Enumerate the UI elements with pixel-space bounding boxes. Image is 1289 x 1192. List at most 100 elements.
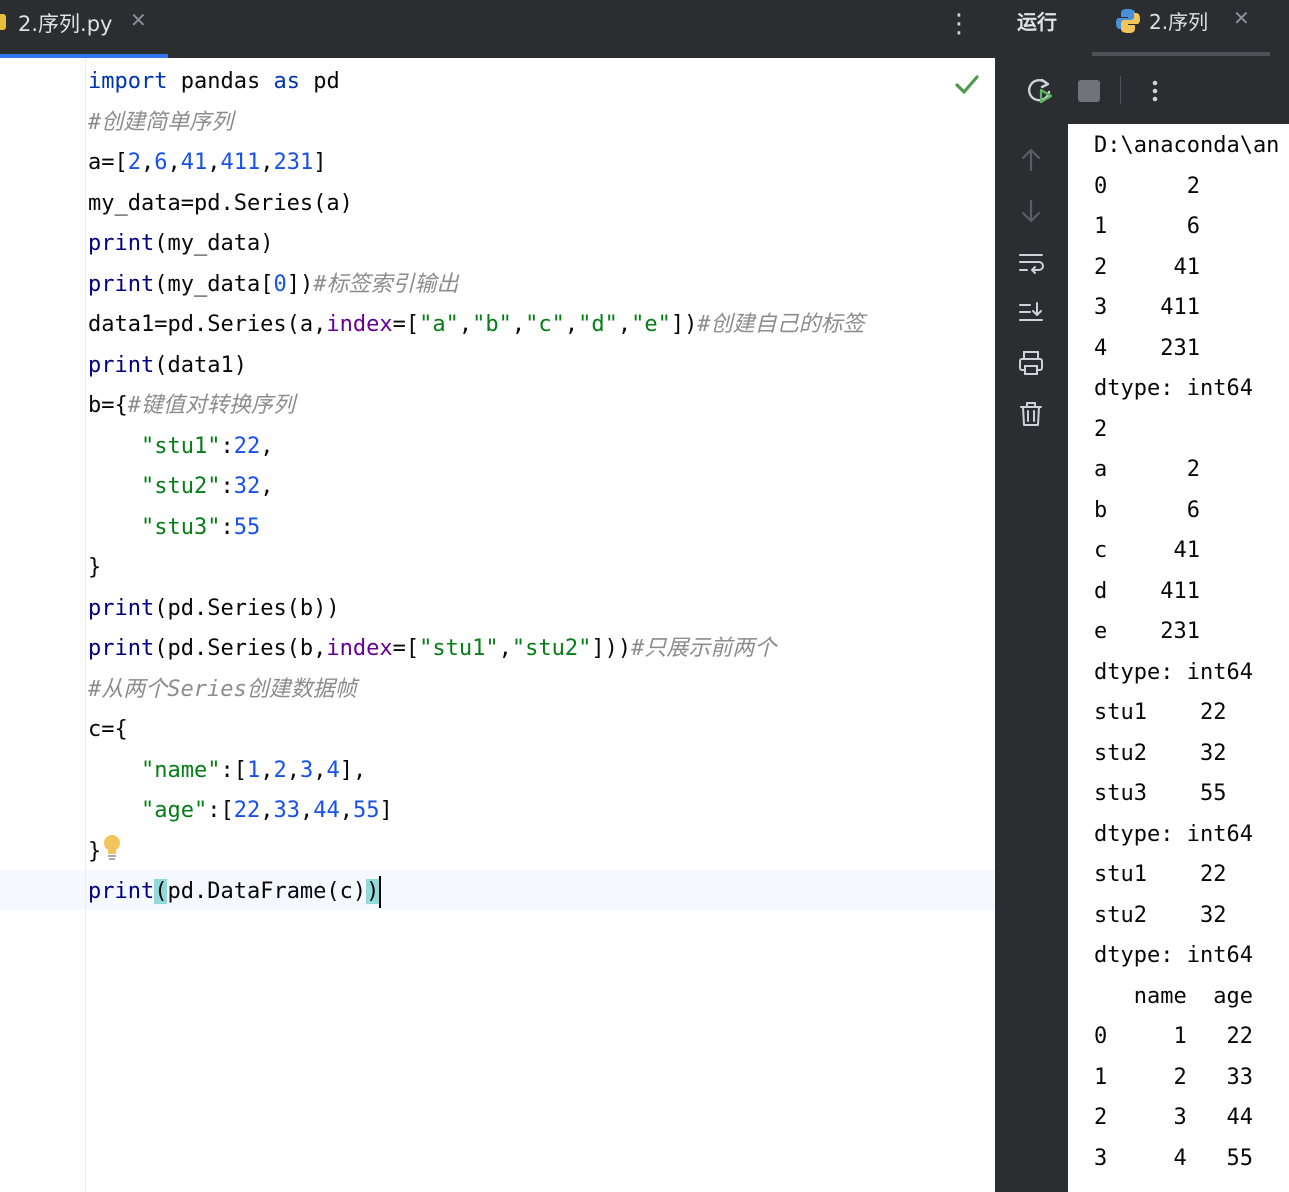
code-token: : [220, 474, 234, 499]
code-token: pd.DataFrame(c) [167, 879, 367, 904]
python-file-icon [0, 14, 6, 30]
code-content[interactable]: import pandas as pd #创建简单序列 a=[2,6,41,411,… [88, 62, 865, 913]
code-line[interactable]: print(data1) [88, 346, 865, 387]
code-token: ])) [591, 636, 632, 661]
code-token: , [339, 798, 353, 823]
rerun-icon[interactable] [1025, 74, 1055, 106]
code-line[interactable]: print(my_data[0])#标签索引输出 [88, 265, 865, 306]
lightbulb-icon[interactable] [101, 833, 123, 861]
console-line: dtype: int64 [1094, 943, 1253, 968]
code-token: 6 [154, 150, 168, 175]
checkmark-icon[interactable] [954, 70, 980, 98]
code-token: (pd.Series(b)) [154, 595, 340, 621]
code-editor[interactable]: import pandas as pd #创建简单序列 a=[2,6,41,411,… [0, 58, 995, 1192]
console-line: e 231 [1094, 619, 1200, 644]
code-token: ], [339, 757, 367, 783]
code-line[interactable]: print(pd.Series(b)) [88, 589, 865, 630]
code-token: "stu1" [419, 636, 499, 661]
console-line: 4 231 [1094, 335, 1200, 361]
run-tab-indicator [1092, 52, 1270, 56]
code-line[interactable]: data1=pd.Series(a,index=["a","b","c","d"… [88, 305, 865, 346]
code-token: "e" [631, 312, 671, 337]
code-line[interactable]: "age":[22,33,44,55] [88, 791, 865, 832]
console-output[interactable]: D:\anaconda\an 0 2 1 6 2 41 3 411 4 231 dtype:… [1068, 124, 1289, 1192]
code-token: : [220, 514, 234, 540]
code-token: , [260, 150, 274, 175]
gutter-divider [85, 58, 86, 1192]
code-line[interactable]: "stu1":22, [88, 427, 865, 468]
code-token: (pd.Series(b, [154, 636, 327, 661]
code-line[interactable]: "name":[1,2,3,4], [88, 751, 865, 792]
code-token: 41 [180, 150, 208, 175]
code-line[interactable]: #从两个Series创建数据帧 [88, 670, 865, 711]
code-token: import [88, 69, 168, 94]
run-tab-close-icon[interactable]: ✕ [1233, 6, 1250, 30]
code-line[interactable]: } [88, 832, 865, 873]
code-line[interactable]: import pandas as pd [88, 62, 865, 103]
code-token: as [273, 69, 300, 94]
code-token: , [207, 150, 221, 175]
code-token: #只展示前两个 [631, 636, 777, 661]
more-vertical-icon[interactable]: ⋮ [946, 6, 972, 42]
code-token: 231 [273, 150, 314, 175]
code-token: 0 [273, 271, 287, 297]
trash-icon[interactable] [1017, 400, 1045, 428]
code-token: ) [366, 879, 380, 904]
code-token: , [260, 433, 274, 459]
code-token: "c" [525, 312, 565, 337]
code-line[interactable]: #创建简单序列 [88, 103, 865, 144]
python-icon [1116, 9, 1140, 33]
code-token: pandas [167, 69, 274, 94]
code-token: print [88, 595, 155, 621]
console-side-toolbar [995, 124, 1068, 1192]
console-line: stu1 22 [1094, 862, 1227, 887]
console-line: stu1 22 [1094, 700, 1227, 725]
code-line[interactable]: c={ [88, 710, 865, 751]
code-token: , [498, 636, 512, 661]
code-token: #键值对转换序列 [127, 393, 295, 418]
soft-wrap-icon[interactable] [1017, 249, 1045, 277]
console-line: 2 41 [1094, 254, 1200, 280]
console-line: 1 6 [1094, 214, 1200, 239]
code-line[interactable]: b={#键值对转换序列 [88, 386, 865, 427]
scroll-to-end-icon[interactable] [1017, 299, 1045, 327]
code-token: , [286, 757, 300, 783]
code-token: :[ [207, 798, 234, 823]
code-line[interactable]: "stu3":55 [88, 508, 865, 549]
code-token: 2 [127, 150, 141, 175]
tab-file[interactable]: 2.序列.py ✕ [0, 0, 168, 58]
console-line: dtype: int64 [1094, 659, 1253, 685]
stop-icon[interactable] [1075, 74, 1105, 106]
code-line[interactable]: print(pd.Series(b,index=["stu1","stu2"])… [88, 629, 865, 670]
code-line[interactable]: print(my_data) [88, 224, 865, 265]
code-token: 3 [299, 757, 314, 783]
arrow-down-icon[interactable] [1017, 197, 1045, 225]
more-vertical-icon[interactable] [1140, 74, 1170, 106]
code-line[interactable]: "stu2":32, [88, 467, 865, 508]
code-token: "stu1" [140, 433, 221, 459]
console-line: 3 411 [1094, 295, 1200, 320]
console-line: 2 3 44 [1094, 1105, 1253, 1130]
code-line[interactable]: } [88, 548, 865, 589]
arrow-up-icon[interactable] [1017, 146, 1045, 174]
code-token: index [326, 312, 393, 337]
code-token: , [260, 757, 274, 783]
code-token: =[ [392, 636, 420, 661]
code-token: #从两个Series创建数据帧 [88, 676, 357, 702]
code-token: "d" [578, 312, 618, 337]
code-token: "name" [140, 757, 221, 783]
code-token: 1 [246, 757, 261, 783]
code-line[interactable]: print(pd.DataFrame(c)) [88, 872, 865, 913]
tab-close-icon[interactable]: ✕ [130, 8, 147, 32]
console-line: a 2 [1094, 457, 1200, 482]
code-line[interactable]: my_data=pd.Series(a) [88, 184, 865, 225]
code-token: , [313, 757, 327, 783]
code-line[interactable]: a=[2,6,41,411,231] [88, 143, 865, 184]
run-config-tab[interactable]: 2.序列 ✕ [1115, 6, 1275, 36]
code-token: ( [154, 879, 168, 904]
print-icon[interactable] [1017, 349, 1045, 377]
console-line: 2 [1094, 416, 1108, 442]
